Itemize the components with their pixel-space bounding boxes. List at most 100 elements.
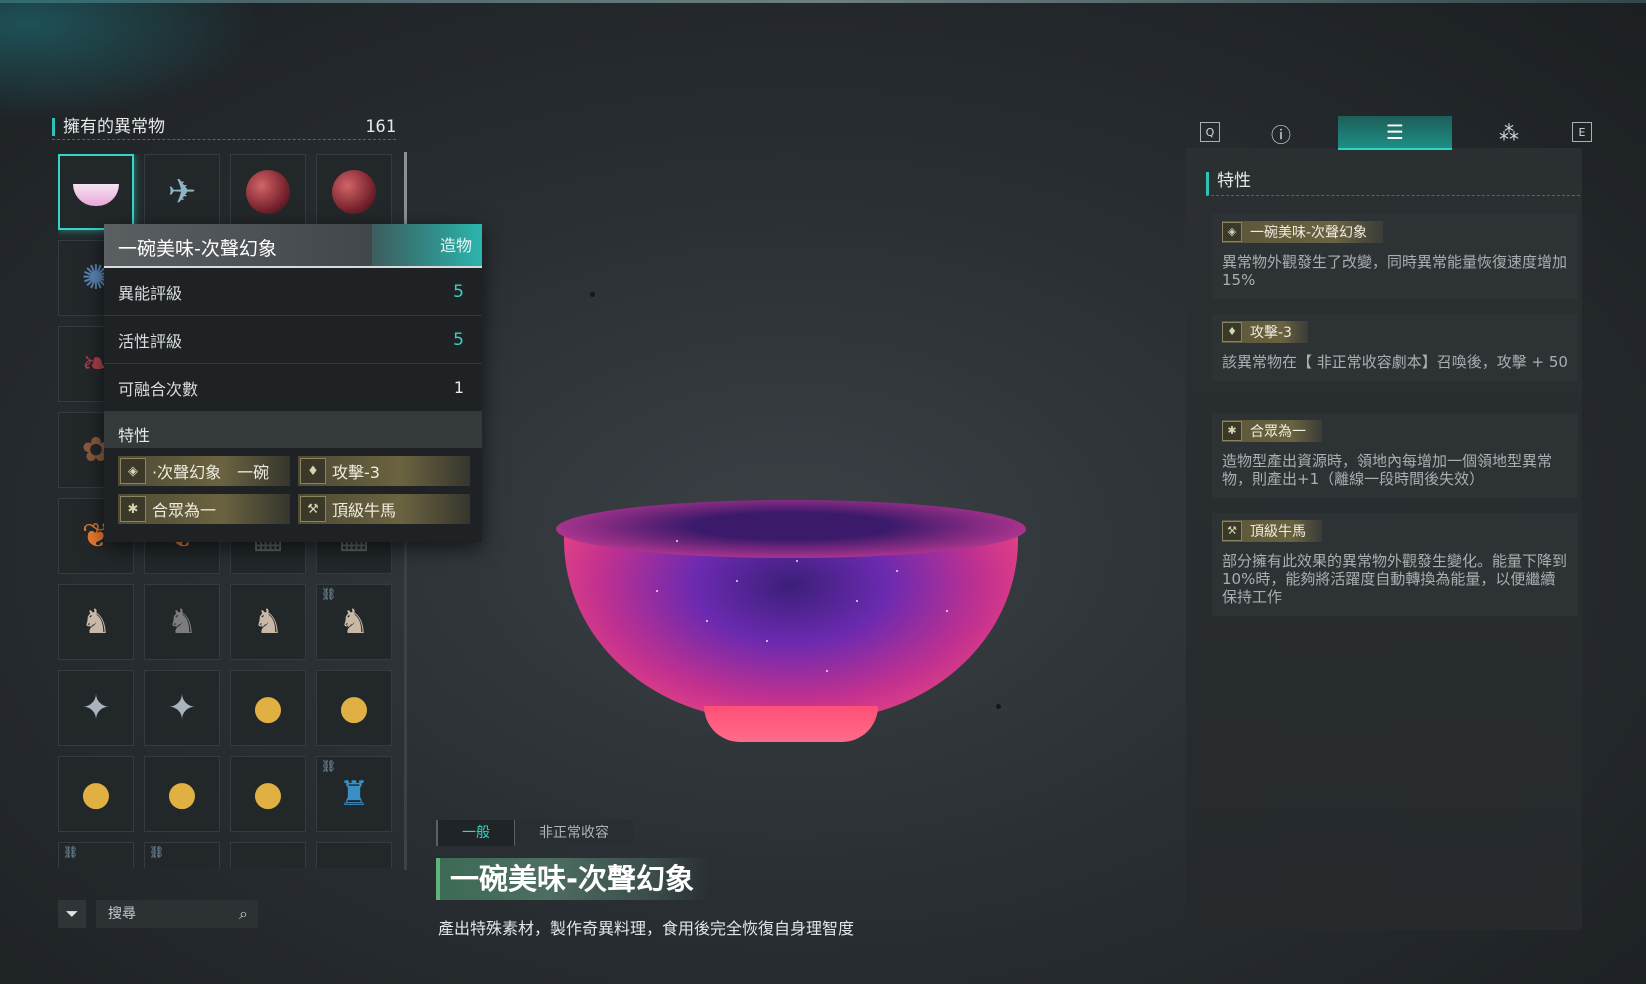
traits-section-title: 特性 [1206,172,1580,196]
inventory-slot[interactable]: ♞ [230,584,306,660]
trait-card-header: ✱ 合眾為一 [1222,419,1322,442]
detail-tabs: Q ⓘ ☰ ⁂ E [1194,116,1592,150]
inventory-slot[interactable]: ● [230,670,306,746]
worker-icon: ⚒ [300,496,326,522]
filter-button[interactable]: ⏷ [58,900,86,928]
search-input[interactable] [108,906,218,922]
tab-traits[interactable]: ☰ [1338,116,1452,150]
inventory-slot[interactable]: ⛓ [144,842,220,868]
inventory-slot[interactable]: ✦ [58,670,134,746]
trait-card: ♦ 攻擊-3 該異常物在【 非正常收容劇本】召喚後，攻擊 + 50 [1212,314,1578,381]
trait-name: 合眾為一 [1250,423,1306,440]
link-icon: ⛓ [321,587,337,601]
sparkle [796,560,798,562]
trait-chip: ♦ 攻擊-3 [298,456,470,486]
bunny-icon: ♞ [80,602,112,642]
corner-glow [0,0,260,120]
trait-card-header: ⚒ 頂級牛馬 [1222,519,1322,542]
bear-icon: ✦ [167,688,197,728]
crystal-icon: ♦ [300,458,326,484]
bowl-foot [704,706,878,742]
bunny-icon: ♞ [252,602,284,642]
inventory-slot[interactable]: ● [316,670,392,746]
tooltip-row: 異能評級 5 [104,268,482,316]
sparkle [766,640,768,642]
trait-name: 頂級牛馬 [1250,523,1306,540]
tooltip-row: 活性評級 5 [104,316,482,364]
inventory-slot[interactable]: ● [58,756,134,832]
diamond-icon: ◈ [120,458,146,484]
sparkle [856,600,858,602]
search-box[interactable]: ⌕ [96,900,258,928]
inventory-slot[interactable]: ✈ [144,154,220,230]
next-tab-key[interactable]: E [1572,122,1592,142]
trait-chip: ◈ ·次聲幻象 一碗 [118,456,290,486]
inventory-slot[interactable]: ● [144,756,220,832]
bee-icon: ● [339,688,369,728]
tooltip-row-label: 異能評級 [118,283,183,303]
tab-abnormal-containment[interactable]: 非正常收容 [514,820,633,846]
prev-tab-key[interactable]: Q [1200,122,1220,142]
item-3d-preview[interactable] [556,500,1026,750]
bowl-icon [73,184,119,206]
snowflake-icon: ✱ [1222,420,1242,441]
category-tabs: 一般 非正常收容 [436,820,633,846]
trait-card: ⚒ 頂級牛馬 部分擁有此效果的異常物外觀發生變化。能量下降到10%時，能夠將活躍度… [1212,513,1578,616]
bee-icon: ● [81,774,111,814]
tooltip-row-value: 1 [453,378,464,397]
info-icon: ⓘ [1271,122,1291,147]
inventory-slot[interactable]: ♞ [144,584,220,660]
trait-card-header: ♦ 攻擊-3 [1222,320,1308,343]
trait-chip-label: 合眾為一 [152,501,217,520]
link-icon: ⛓ [149,845,165,859]
filter-icon: ⏷ [65,904,79,923]
bird-icon: ✈ [167,172,197,212]
inventory-slot[interactable]: ⛓ [58,842,134,868]
item-description: 產出特殊素材，製作奇異料理，食用後完全恢復自身理智度 [438,919,855,938]
inventory-count: 161 [365,116,396,137]
sparkle [736,580,738,582]
tooltip-item-type: 造物 [372,224,482,266]
tooltip-row-label: 活性評級 [118,331,183,351]
tooltip-item-name: 一碗美味-次聲幻象 [118,238,277,260]
inventory-slot[interactable]: ● [230,756,306,832]
inventory-slot[interactable] [316,154,392,230]
inventory-slot[interactable] [230,842,306,868]
link-icon: ⛓ [321,759,337,773]
search-icon[interactable]: ⌕ [239,904,248,924]
trait-description: 部分擁有此效果的異常物外觀發生變化。能量下降到10%時，能夠將活躍度自動轉換為能… [1222,551,1568,606]
inventory-header: 擁有的異常物 161 [52,114,396,140]
trait-chip-label: 頂級牛馬 [332,501,397,520]
inventory-slot[interactable] [230,154,306,230]
tooltip-traits: ◈ ·次聲幻象 一碗 ♦ 攻擊-3 ✱ 合眾為一 ⚒ 頂級牛馬 [104,448,482,524]
trait-chip-label: 攻擊-3 [332,463,380,482]
bee-icon: ● [167,774,197,814]
trait-card-header: ◈ 一碗美味-次聲幻象 [1222,220,1384,243]
bunny-icon: ♞ [338,602,370,642]
tab-fusion[interactable]: ⁂ [1452,116,1566,150]
trait-chip-label: ·次聲幻象 一碗 [152,463,270,482]
bear-icon: ✦ [81,688,111,728]
inventory-slot[interactable] [316,842,392,868]
tab-info[interactable]: ⓘ [1224,116,1338,150]
trait-card: ◈ 一碗美味-次聲幻象 異常物外觀發生了改變，同時異常能量恢復速度增加15% [1212,214,1578,299]
worker-icon: ⚒ [1222,520,1242,541]
bee-icon: ● [253,688,283,728]
link-icon: ⛓ [63,845,79,859]
inventory-slot[interactable]: ⛓ ♜ [316,756,392,832]
sparkle [826,670,828,672]
tab-general[interactable]: 一般 [436,820,514,846]
inventory-slot[interactable]: ♞ [58,584,134,660]
inventory-slot-bowl[interactable] [58,154,134,230]
inventory-slot[interactable]: ⛓ ♞ [316,584,392,660]
crystal-icon: ♦ [1222,321,1242,342]
tooltip-row-label: 可融合次數 [118,379,199,399]
search-row: ⏷ ⌕ [58,900,258,928]
dragon-icon: ♜ [338,774,370,814]
trait-description: 造物型產出資源時，領地內每增加一個領地型異常物，則產出+1（離線一段時間後失效） [1222,451,1553,488]
sparkle [946,610,948,612]
item-tooltip: 一碗美味-次聲幻象 造物 異能評級 5 活性評級 5 可融合次數 1 特性 ◈ ·… [104,224,482,542]
trait-chip: ⚒ 頂級牛馬 [298,494,470,524]
inventory-slot[interactable]: ✦ [144,670,220,746]
bunny-icon: ♞ [166,602,198,642]
